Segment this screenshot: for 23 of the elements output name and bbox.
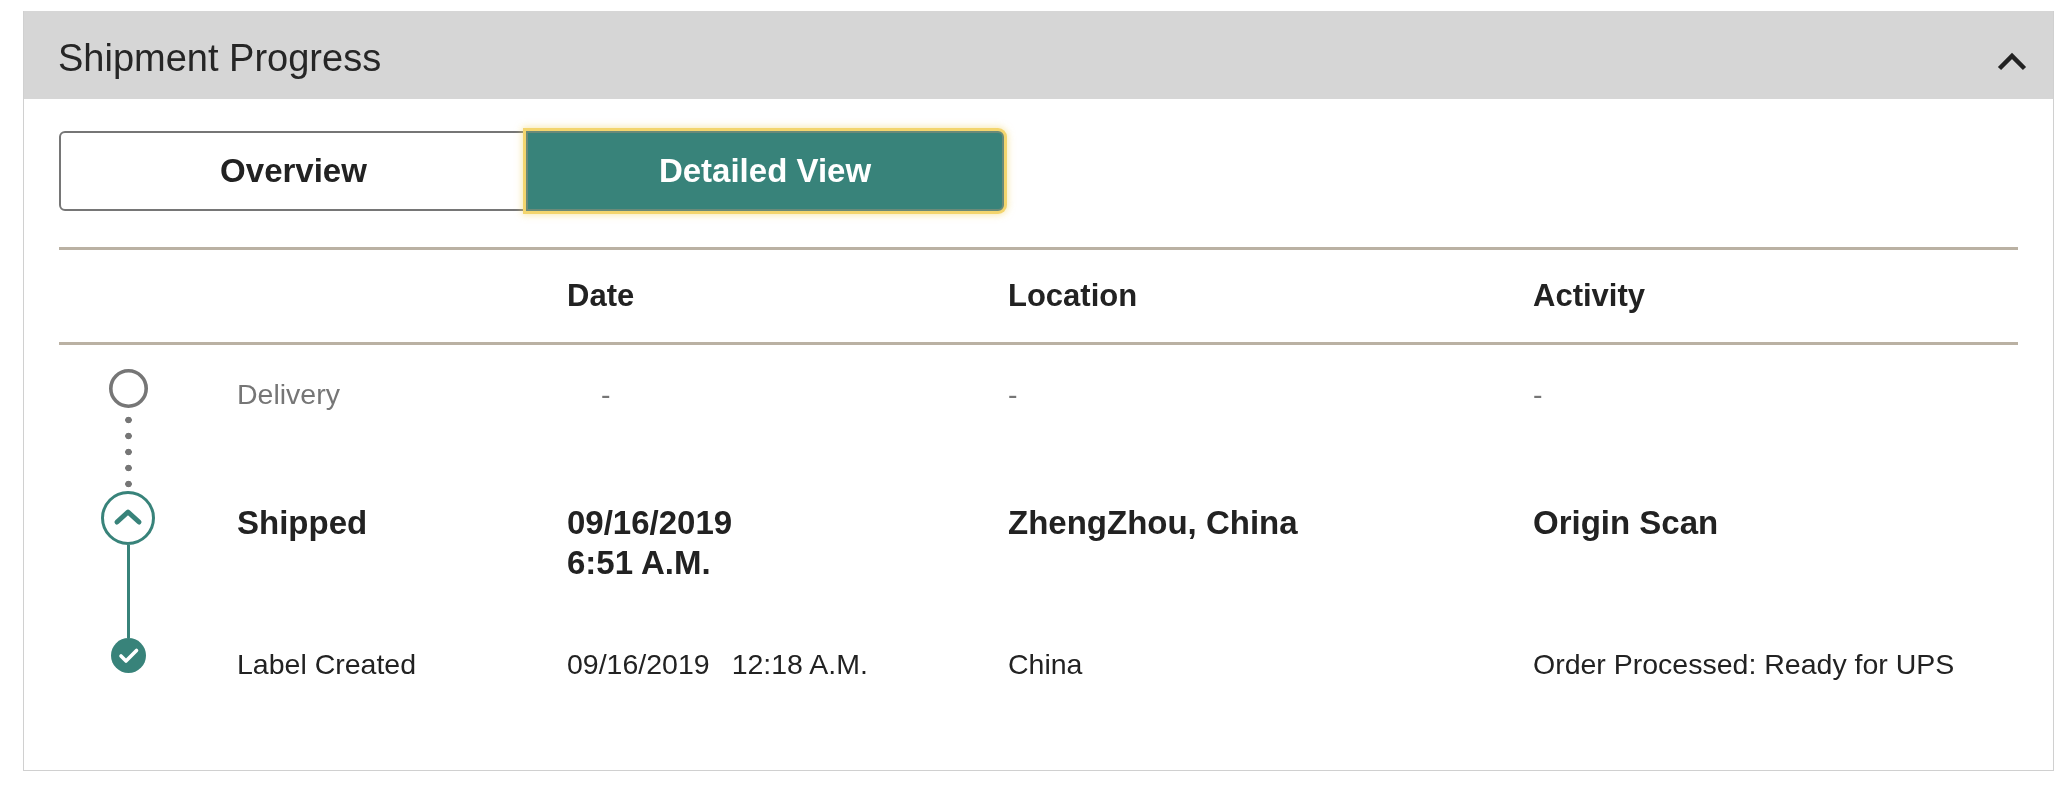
activity-text: - <box>1533 378 1543 410</box>
date-text: 09/16/2019 <box>567 647 710 681</box>
panel-title: Shipment Progress <box>58 36 382 82</box>
location-text: - <box>1008 378 1018 410</box>
time-text: 6:51 A.M. <box>567 543 711 583</box>
status-label: Label Created <box>237 648 417 680</box>
location-text: China <box>1008 648 1083 680</box>
chevron-up-icon[interactable] <box>1996 52 2028 72</box>
date-text: 09/16/2019 <box>567 503 733 543</box>
column-header: Date <box>567 278 635 314</box>
empty-circle-icon <box>108 369 148 408</box>
location-text: ZhengZhou, China <box>1008 504 1298 541</box>
status-label: Shipped <box>237 504 368 541</box>
check-circle-icon <box>110 638 146 673</box>
activity-text: Order Processed: Ready for UPS <box>1533 648 1955 680</box>
activity-text: Origin Scan <box>1533 504 1719 541</box>
time-text: 12:18 A.M. <box>731 647 868 681</box>
column-header: Activity <box>1533 278 1645 314</box>
status-label: Delivery <box>237 378 340 410</box>
view-tab[interactable]: Detailed View <box>526 131 1004 211</box>
date-text: - <box>601 377 611 411</box>
chevron-up-circle-icon <box>101 491 155 545</box>
column-header: Location <box>1008 278 1138 314</box>
